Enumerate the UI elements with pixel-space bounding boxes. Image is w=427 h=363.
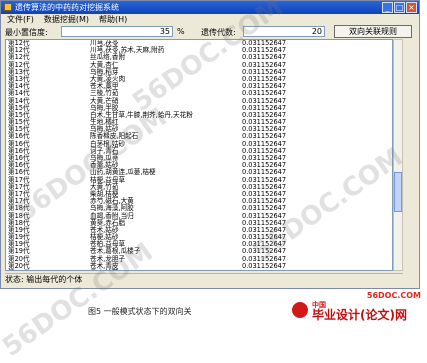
- list-item[interactable]: 第12代 丝瓜络,香附 0.031152647: [6, 54, 392, 61]
- logo-mark-icon: [292, 302, 308, 318]
- list-item[interactable]: 第14代 三棱,竹茹 0.031152647: [6, 90, 392, 97]
- list-item[interactable]: 第17代 赤芍,磁石,大黄 0.031152647: [6, 197, 392, 205]
- results-list[interactable]: 第12代 川芎,茯苓 0.031152647 第12代 川芎,茯苓,苏术,天麻,附药 0.…: [5, 39, 393, 271]
- herb-pair-cell: 桑叶,竹茹: [90, 269, 118, 270]
- site-logo: 中国 毕业设计(论文)网: [292, 300, 422, 322]
- list-item[interactable]: 第16代 香薷,姑砂 0.031152647: [6, 161, 392, 169]
- mine-bidirectional-rules-button[interactable]: 双向关联规则: [334, 25, 412, 38]
- menu-bar: 文件(F) 数据挖掘(M) 帮助(H): [1, 14, 419, 25]
- list-item[interactable]: 第18代 血竭,香附,当归 0.031152647: [6, 212, 392, 220]
- list-item[interactable]: 第19代 苍术,葛根,瓜楼子 0.031152647: [6, 248, 392, 255]
- list-item[interactable]: 第14代 大黄,芒硝 0.031152647: [6, 97, 392, 105]
- percent-label: %: [177, 27, 185, 36]
- list-item[interactable]: 第16代 白茅根,姑砂 0.031152647: [6, 140, 392, 148]
- list-item[interactable]: 第15代 白术,生甘草,牛膝,荆芥,蛤丹,天花粉 0.031152647: [6, 111, 392, 119]
- list-item[interactable]: 第13代 乌梅,稻芽 0.031152647: [6, 68, 392, 76]
- status-text: 状态: 输出每代的个体: [5, 275, 83, 284]
- list-item[interactable]: 第18代 黄葵,赤石脂 0.031152647: [6, 219, 392, 227]
- menu-help[interactable]: 帮助(H): [99, 14, 127, 25]
- list-item[interactable]: 第15代 生地,橘红 0.031152647: [6, 118, 392, 126]
- list-item[interactable]: 第16代 乌梅,瓜蒂 0.031152647: [6, 154, 392, 162]
- list-item[interactable]: 第19代 苍术,姑砂 0.031152647: [6, 226, 392, 234]
- list-item[interactable]: 第15代 乌梅,半胶 0.031152647: [6, 104, 392, 112]
- app-icon: [4, 3, 12, 11]
- title-bar: 遗传算法的中药药对挖掘系统 _ □ ×: [1, 1, 419, 14]
- list-item[interactable]: 第17代 大黄,竹茹 0.031152647: [6, 183, 392, 191]
- list-item[interactable]: 第14代 苍术,藁甲 0.031152647: [6, 82, 392, 90]
- parameter-toolbar: 最小置信度: 35 % 遗传代数: 20 双向关联规则: [1, 25, 419, 39]
- list-item[interactable]: 第17代 柴胡,桔梗 0.031152647: [6, 190, 392, 198]
- list-item[interactable]: 第16代 陈香橼皮,阳起石 0.031152647: [6, 133, 392, 140]
- minimize-icon[interactable]: _: [382, 2, 393, 13]
- list-item[interactable]: 第18代 乌梅,海藻,阿胶 0.031152647: [6, 205, 392, 212]
- logo-main-text: 毕业设计(论文)网: [312, 308, 407, 322]
- list-item[interactable]: 第19代 桔梗,姑砂 0.031152647: [6, 233, 392, 241]
- window-controls: _ □ ×: [382, 2, 417, 13]
- list-item[interactable]: 第15代 乌梅,姑砂 0.031152647: [6, 126, 392, 133]
- list-item[interactable]: 第19代 苍柏,益母草 0.031152647: [6, 241, 392, 248]
- list-item[interactable]: 第12代 川芎,茯苓,苏术,天麻,附药 0.031152647: [6, 46, 392, 54]
- figure-caption: 图5 一般模式状态下的双向关: [88, 307, 192, 316]
- list-item[interactable]: 第16代 诃子,青石 0.031152647: [6, 147, 392, 155]
- generations-label: 遗传代数:: [201, 28, 236, 37]
- list-item[interactable]: 第12代 大黄,杏仁 0.031152647: [6, 61, 392, 69]
- generations-input[interactable]: 20: [243, 26, 325, 37]
- generation-cell: 第20代: [8, 269, 30, 270]
- menu-file[interactable]: 文件(F): [7, 14, 34, 25]
- list-item[interactable]: 第20代 苍术,龙胆子 0.031152647: [6, 255, 392, 263]
- window-title: 遗传算法的中药药对挖掘系统: [15, 3, 119, 12]
- close-icon[interactable]: ×: [406, 2, 417, 13]
- maximize-icon[interactable]: □: [394, 2, 405, 13]
- scrollbar-thumb[interactable]: [394, 172, 402, 212]
- list-item[interactable]: 第20代 桑叶,竹茹 0.031152647: [8, 269, 286, 270]
- list-item[interactable]: 第16代 山药,胡黄连,瓜蒌,桔梗 0.031152647: [6, 169, 392, 176]
- list-item[interactable]: 第12代 川芎,茯苓 0.031152647: [6, 40, 392, 47]
- support-cell: 0.031152647: [242, 269, 286, 270]
- red-watermark: 56DOC.COM: [366, 291, 421, 300]
- list-item[interactable]: 第13代 大黄,凌火肉 0.031152647: [6, 75, 392, 83]
- min-confidence-input[interactable]: 35: [61, 26, 173, 37]
- results-scrollbar[interactable]: [393, 39, 403, 271]
- menu-data-mining[interactable]: 数据挖掘(M): [44, 14, 89, 25]
- list-item[interactable]: 第17代 桔梗,益母草 0.031152647: [6, 176, 392, 184]
- min-confidence-label: 最小置信度:: [5, 28, 48, 37]
- status-bar: 状态: 输出每代的个体: [5, 273, 403, 286]
- list-item[interactable]: 第20代 苍术,青皮 0.031152647: [6, 262, 392, 270]
